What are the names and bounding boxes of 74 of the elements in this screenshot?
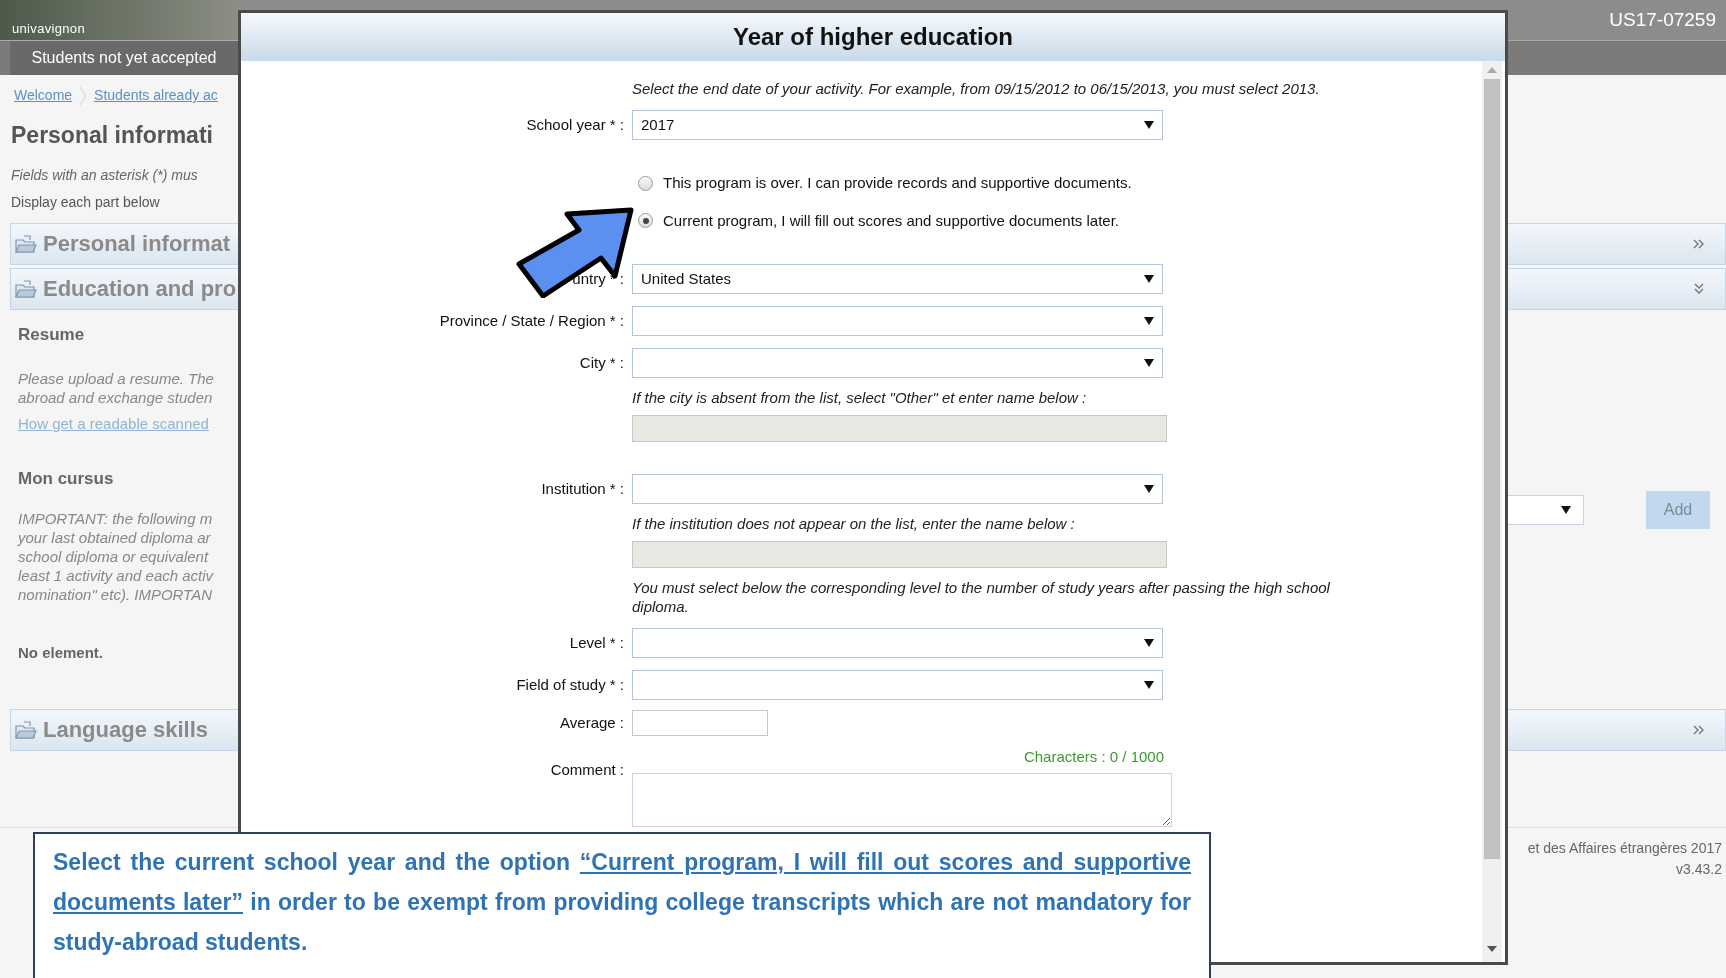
field-label: Institution * : <box>541 480 624 497</box>
description-text: abroad and exchange studen <box>18 388 213 407</box>
section-subtitle: Mon cursus <box>18 467 114 490</box>
dialog-title: Year of higher education <box>732 22 1014 52</box>
dropdown-caret-icon <box>1144 317 1154 325</box>
select-value: 2017 <box>641 114 676 135</box>
select-field[interactable]: United States <box>632 264 1163 294</box>
user-id: US17-07259 <box>1609 7 1716 32</box>
footer-text: et des Affaires étrangères 2017 <box>1527 838 1722 858</box>
field-label: Average : <box>560 714 624 731</box>
breadcrumb-link[interactable]: Welcome <box>14 85 73 106</box>
section-title: Education and pro <box>43 275 237 303</box>
folder-icon <box>15 234 37 253</box>
hint-text: If the city is absent from the list, select "Other" et enter name below : <box>632 388 1088 407</box>
dropdown-caret-icon <box>1144 359 1154 367</box>
hint-text: If the institution does not appear on the list, enter the name below : <box>632 514 1076 533</box>
dropdown-caret-icon <box>1144 121 1154 129</box>
field-label: Province / State / Region * : <box>439 312 624 329</box>
dropdown-caret-icon <box>1144 681 1154 689</box>
character-counter: Characters : 0 / 1000 <box>1023 747 1164 767</box>
dropdown-caret-icon <box>1144 485 1154 493</box>
description-text: school diploma or equivalent <box>18 547 209 566</box>
section-title: Personal informat <box>43 230 231 258</box>
scroll-up-icon <box>1487 67 1497 73</box>
folder-icon <box>15 720 37 739</box>
hint-text: Select the end date of your activity. For example, from 09/15/2012 to 06/15/2013, you must select 2013. <box>632 79 1321 98</box>
add-button[interactable]: Add <box>1646 491 1710 529</box>
status-tab[interactable]: Students not yet accepted <box>10 41 238 75</box>
folder-icon <box>15 279 37 298</box>
description-text: IMPORTANT: the following m <box>18 509 213 528</box>
breadcrumb-separator-icon <box>80 86 87 105</box>
scrollbar-thumb[interactable] <box>1484 79 1500 859</box>
field-label: Level * : <box>569 634 624 651</box>
radio-button[interactable] <box>638 175 653 191</box>
dropdown-caret-icon <box>1144 275 1154 283</box>
pointer-arrow-icon <box>515 206 635 298</box>
dropdown-caret-icon <box>1144 639 1154 647</box>
description-text: your last obtained diploma ar <box>18 528 211 547</box>
page-heading: Personal informati <box>11 121 213 150</box>
section-title: Language skills <box>43 716 209 744</box>
select-value: United States <box>641 268 733 289</box>
comment-field[interactable] <box>632 772 1172 827</box>
description-text: least 1 activity and each activ <box>18 566 214 585</box>
dropdown-caret-icon <box>1561 506 1571 514</box>
site-logo: univavignon <box>12 19 85 38</box>
select-field[interactable] <box>632 306 1163 336</box>
section-subtitle: Resume <box>18 323 85 346</box>
field-label: Comment : <box>550 761 624 778</box>
hint-text: You must select below the corresponding level to the number of study years after passing the high school diploma. <box>632 578 1331 616</box>
empty-message: No element. <box>18 643 104 663</box>
description-text: Please upload a resume. The <box>18 369 214 388</box>
select-field[interactable]: 2017 <box>632 110 1163 140</box>
field-label: Field of study * : <box>516 676 624 693</box>
select-field[interactable] <box>632 348 1163 378</box>
input-field[interactable] <box>632 541 1167 568</box>
required-note: Fields with an asterisk (*) mus <box>11 165 198 185</box>
radio-button[interactable] <box>638 213 653 229</box>
scrollbar[interactable] <box>1482 61 1502 962</box>
field-label: City * : <box>579 354 624 371</box>
footer-text: v3.43.2 <box>1676 859 1722 879</box>
radio-label: This program is over. I can provide records and supportive documents. <box>663 173 1132 193</box>
select-field[interactable] <box>632 628 1163 658</box>
callout-text: Select the current school year and the option “Current program, I will fill out scores and supportive documents later” in order to be exempt from providing college transcripts which are not mandatory for study-abroad students. <box>53 848 1191 957</box>
scroll-down-icon <box>1487 946 1497 952</box>
select-field[interactable] <box>632 474 1163 504</box>
input-field[interactable] <box>632 710 768 736</box>
help-link[interactable]: How get a readable scanned <box>18 413 209 436</box>
display-hint: Display each part below <box>11 192 160 212</box>
description-text: nomination" etc). IMPORTAN <box>18 585 212 604</box>
breadcrumb-link[interactable]: Students already ac <box>94 85 218 106</box>
input-field[interactable] <box>632 415 1167 442</box>
select-field[interactable] <box>632 670 1163 700</box>
radio-label: Current program, I will fill out scores and supportive documents later. <box>663 210 1120 231</box>
field-label: School year * : <box>526 116 624 133</box>
